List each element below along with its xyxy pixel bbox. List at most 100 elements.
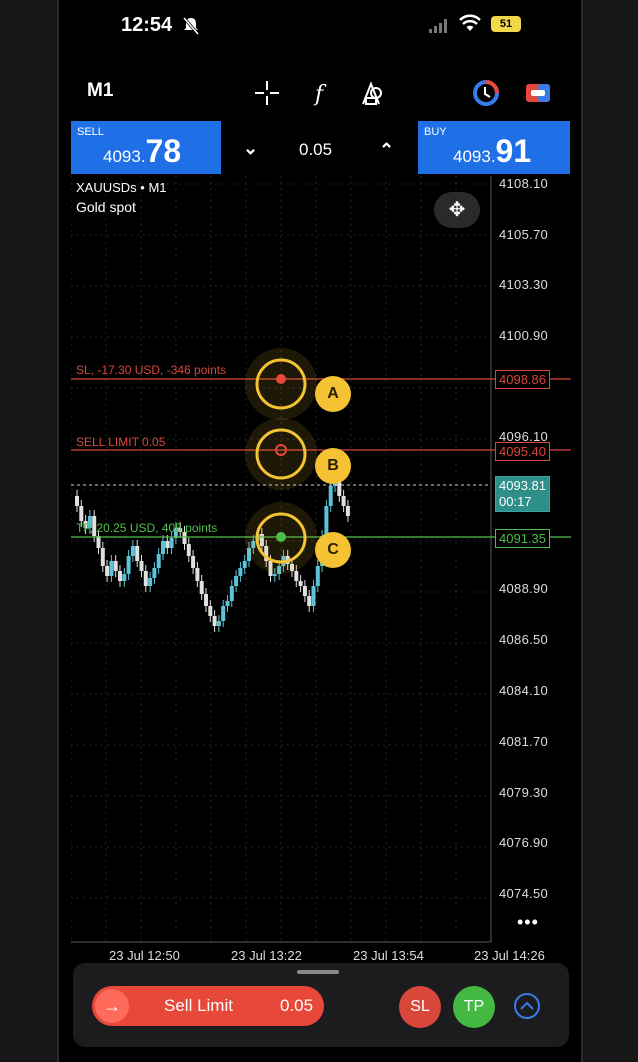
candle-body: [130, 546, 135, 556]
candle-body: [311, 586, 316, 606]
candle-body: [345, 506, 350, 516]
candle-body: [315, 566, 320, 586]
drag-handle[interactable]: [297, 970, 339, 974]
sl-price-tag: 4098.86: [495, 370, 550, 389]
current-price-tag: 4093.81 00:17: [495, 476, 550, 512]
candle-body: [152, 568, 157, 578]
candle-body: [242, 561, 247, 568]
marker-b-label: B: [315, 448, 351, 484]
sell-price-prefix: 4093.: [103, 147, 146, 166]
candle-body: [294, 571, 299, 581]
candle-countdown: 00:17: [499, 494, 532, 509]
candle-body: [234, 576, 239, 586]
one-click-trading-icon[interactable]: [471, 78, 501, 108]
objects-icon[interactable]: [357, 78, 387, 108]
trade-icon[interactable]: [523, 78, 553, 108]
candle-body: [186, 544, 191, 556]
candle-body: [100, 548, 105, 566]
candle-body: [105, 566, 110, 576]
expand-up-icon[interactable]: [513, 992, 541, 1025]
tp-line-label: TP, 20.25 USD, 405 points: [76, 521, 218, 535]
candle-body: [328, 486, 333, 506]
buy-button[interactable]: BUY 4093.91: [418, 121, 570, 174]
y-tick-label: 4105.70: [499, 227, 549, 242]
indicators-icon[interactable]: f: [307, 78, 337, 108]
candle-body: [199, 581, 204, 594]
y-tick-label: 4081.70: [499, 734, 549, 749]
y-tick-label: 4076.90: [499, 835, 549, 850]
candle-body: [109, 561, 114, 576]
buy-label: BUY: [424, 126, 447, 138]
candle-body: [113, 561, 118, 571]
order-type-label: Sell Limit: [164, 996, 233, 1015]
volume-value[interactable]: 0.05: [299, 140, 332, 160]
candle-body: [272, 574, 277, 576]
chart-symbol: XAUUSDs • M1: [76, 180, 167, 195]
move-icon[interactable]: ✥: [434, 192, 480, 228]
candle-body: [75, 496, 79, 506]
marker-a-label: A: [315, 376, 351, 412]
candle-body: [216, 621, 221, 626]
y-tick-label: 4074.50: [499, 886, 549, 901]
muted-bell-icon: [182, 17, 200, 40]
current-price-value: 4093.81: [499, 478, 546, 493]
sell-limit-order-button[interactable]: → Sell Limit 0.05: [92, 986, 324, 1026]
sell-limit-price-tag: 4095.40: [495, 442, 550, 461]
volume-increase-button[interactable]: ⌃: [379, 140, 394, 161]
y-tick-label: 4086.50: [499, 632, 549, 647]
take-profit-button[interactable]: TP: [453, 986, 495, 1028]
phone-frame: 12:54 51 M1 f SELL 4093.78 ⌄ 0.05 ⌃ BUY …: [57, 0, 583, 1062]
x-tick-label: 23 Jul 14:26: [474, 948, 545, 963]
y-tick-label: 4079.30: [499, 785, 549, 800]
svg-text:f: f: [313, 82, 327, 107]
candle-body: [238, 568, 243, 576]
battery-indicator: 51: [491, 16, 521, 32]
crosshair-icon[interactable]: [252, 78, 282, 108]
volume-decrease-button[interactable]: ⌄: [243, 138, 258, 159]
x-tick-label: 23 Jul 13:54: [353, 948, 424, 963]
marker-c: [245, 502, 317, 574]
y-tick-label: 4100.90: [499, 328, 549, 343]
candle-body: [302, 586, 307, 596]
y-tick-label: 4088.90: [499, 581, 549, 596]
sell-label: SELL: [77, 126, 104, 138]
x-tick-label: 23 Jul 12:50: [109, 948, 180, 963]
candle-body: [169, 538, 174, 548]
candle-body: [204, 594, 208, 606]
candle-body: [225, 601, 230, 606]
candle-body: [135, 546, 140, 561]
stop-loss-button[interactable]: SL: [399, 986, 441, 1028]
sl-line-label: SL, -17.30 USD, -346 points: [76, 363, 227, 377]
candle-body: [195, 568, 200, 581]
marker-a: [245, 348, 317, 420]
x-tick-label: 23 Jul 13:22: [231, 948, 302, 963]
y-tick-label: 4084.10: [499, 683, 549, 698]
candle-body: [139, 561, 144, 571]
candle-body: [165, 541, 170, 548]
sell-limit-line-label: SELL LIMIT 0.05: [76, 435, 166, 449]
wifi-icon: [459, 14, 481, 34]
candle-body: [79, 506, 84, 521]
candle-body: [298, 581, 303, 586]
marker-b: [245, 418, 317, 490]
tp-price-tag: 4091.35: [495, 529, 550, 548]
y-tick-label: 4108.10: [499, 176, 549, 191]
candle-body: [148, 578, 153, 586]
candle-body: [161, 541, 165, 554]
candle-body: [221, 606, 226, 621]
candle-body: [208, 606, 213, 616]
candle-body: [191, 556, 196, 568]
order-volume: 0.05: [280, 996, 314, 1015]
timeframe-selector[interactable]: M1: [87, 80, 113, 102]
more-options-icon[interactable]: •••: [517, 912, 539, 933]
status-time: 12:54: [121, 14, 173, 36]
candle-body: [96, 536, 101, 548]
marker-c-label: C: [315, 532, 351, 568]
candle-body: [307, 596, 312, 606]
candle-body: [341, 496, 346, 506]
chart-description: Gold spot: [76, 199, 136, 215]
sell-button[interactable]: SELL 4093.78: [71, 121, 221, 174]
candle-body: [229, 586, 234, 601]
candle-body: [126, 556, 131, 574]
candle-body: [212, 616, 217, 626]
